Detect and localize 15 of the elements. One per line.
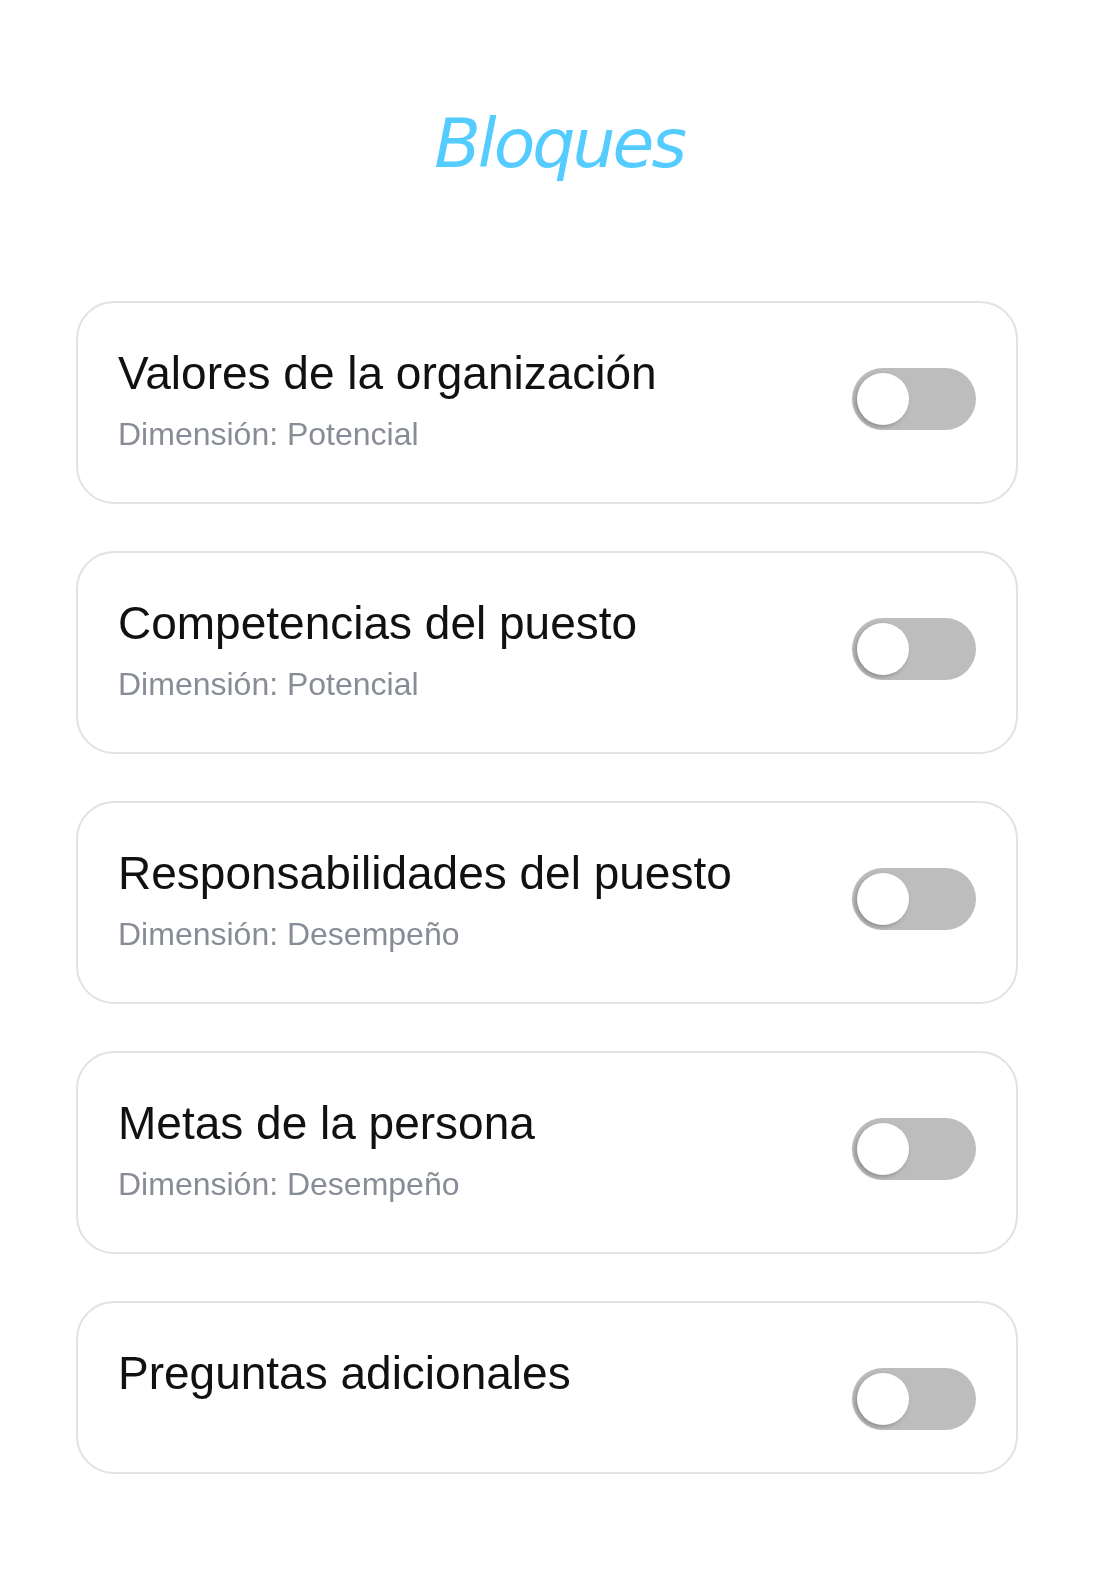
page-title: Bloques [434, 104, 684, 184]
toggle-switch[interactable] [852, 1118, 976, 1180]
block-title: Valores de la organización [118, 347, 657, 400]
toggle-switch[interactable] [852, 1368, 976, 1430]
toggle-switch[interactable] [852, 618, 976, 680]
block-title: Metas de la persona [118, 1097, 535, 1150]
toggle-switch[interactable] [852, 868, 976, 930]
dimension-label: Dimensión: Potencial [118, 415, 419, 454]
dimension-label: Dimensión: Desempeño [118, 915, 460, 954]
block-title: Responsabilidades del puesto [118, 847, 732, 900]
dimension-label: Dimensión: Desempeño [118, 1165, 460, 1204]
block-title: Preguntas adicionales [118, 1347, 571, 1400]
block-title: Competencias del puesto [118, 597, 638, 650]
dimension-label: Dimensión: Potencial [118, 665, 419, 704]
toggle-switch[interactable] [852, 368, 976, 430]
